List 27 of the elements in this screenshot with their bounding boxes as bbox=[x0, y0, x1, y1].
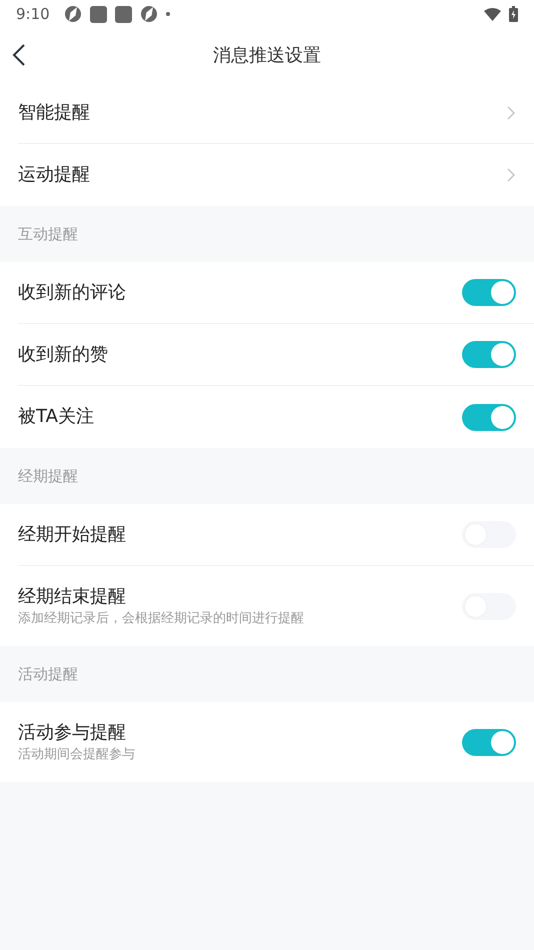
setting-label: 活动参与提醒 bbox=[18, 721, 127, 745]
setting-label: 经期开始提醒 bbox=[18, 522, 127, 546]
toggle-switch[interactable] bbox=[462, 341, 516, 368]
setting-label: 运动提醒 bbox=[18, 163, 91, 187]
setting-description: 添加经期记录后，会根据经期记录的时间进行提醒 bbox=[18, 610, 305, 628]
status-time: 9:10 bbox=[16, 4, 50, 25]
app-notification-icon bbox=[114, 6, 132, 22]
setting-label: 收到新的赞 bbox=[18, 342, 109, 366]
app-notification-icon bbox=[90, 6, 107, 22]
toggle-switch[interactable] bbox=[462, 728, 516, 756]
section-header: 互动提醒 bbox=[18, 224, 78, 245]
wifi-icon bbox=[484, 8, 501, 20]
chevron-right-icon[interactable] bbox=[506, 104, 516, 120]
aperture-icon bbox=[64, 5, 82, 23]
setting-label: 收到新的评论 bbox=[18, 280, 127, 304]
chevron-right-icon[interactable] bbox=[506, 167, 516, 183]
section-header: 经期提醒 bbox=[18, 466, 78, 487]
setting-label: 被TA关注 bbox=[18, 405, 95, 429]
toggle-switch[interactable] bbox=[462, 279, 516, 306]
aperture-icon bbox=[140, 5, 158, 23]
setting-label: 经期结束提醒 bbox=[18, 585, 127, 609]
setting-description: 活动期间会提醒参与 bbox=[18, 746, 136, 764]
page-title: 消息推送设置 bbox=[213, 44, 321, 68]
battery-icon bbox=[509, 6, 518, 22]
section-header: 活动提醒 bbox=[18, 664, 78, 685]
setting-label: 智能提醒 bbox=[18, 100, 91, 124]
toggle-switch[interactable] bbox=[462, 404, 516, 430]
